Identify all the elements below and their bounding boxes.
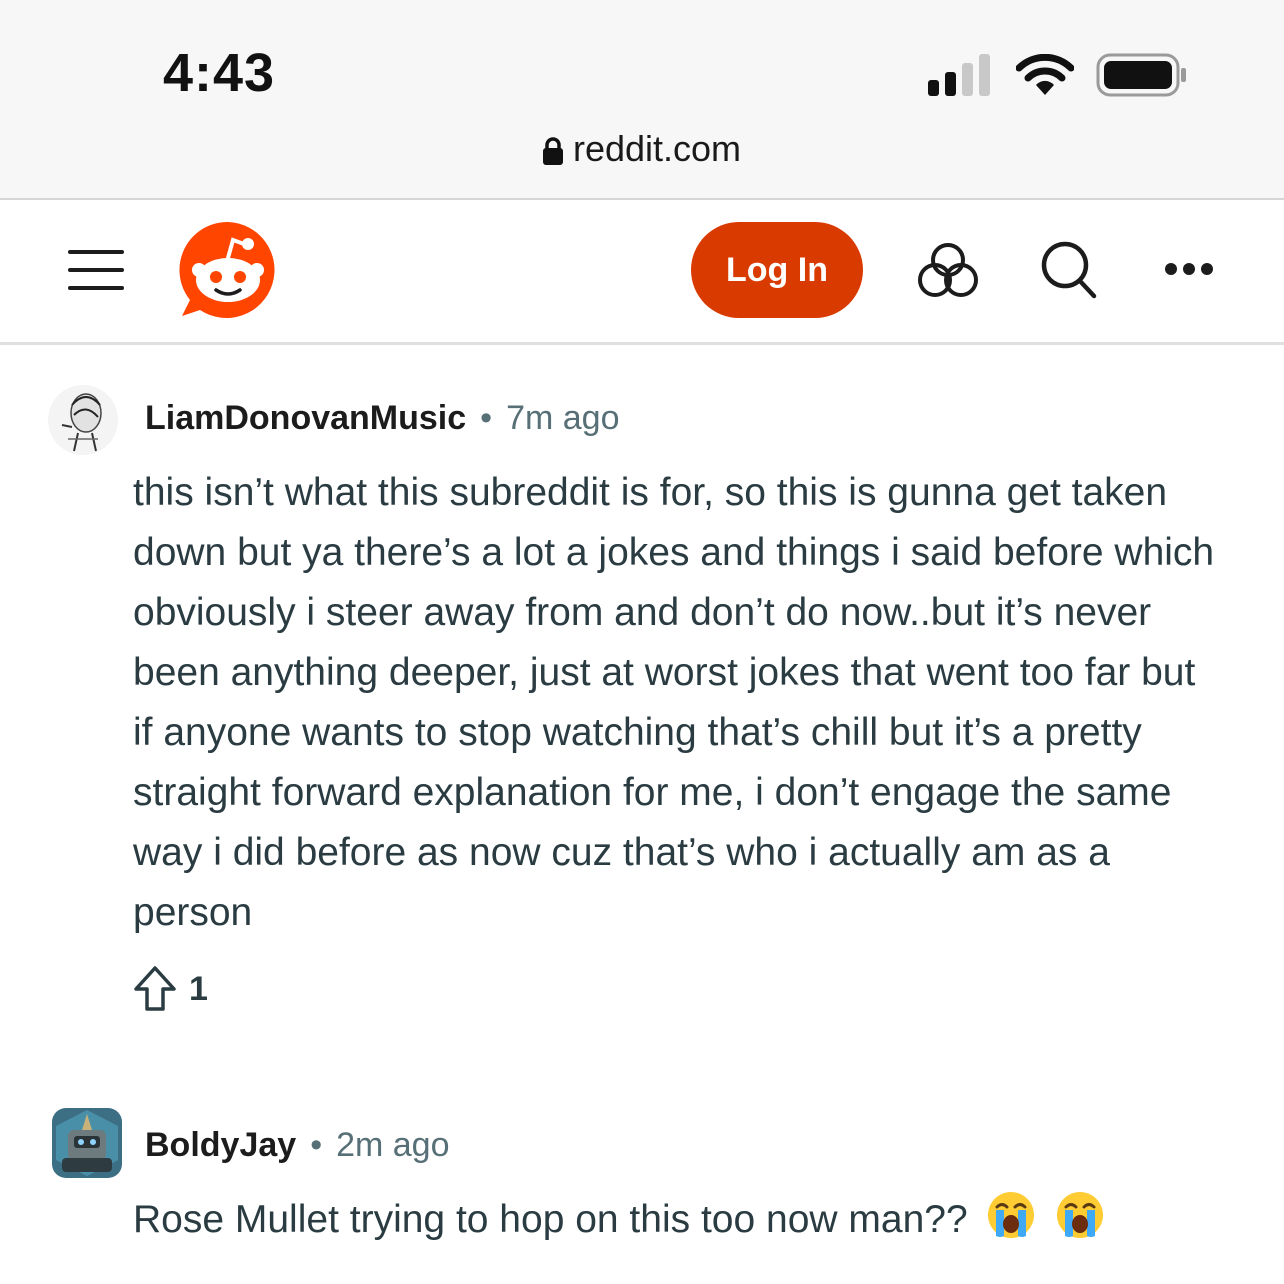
loudly-crying-face-icon — [988, 1192, 1035, 1238]
communities-icon[interactable] — [918, 240, 978, 300]
separator-dot: • — [480, 399, 493, 437]
search-icon[interactable] — [1040, 240, 1098, 300]
reddit-header: Log In — [0, 200, 1284, 342]
status-icons — [928, 52, 1188, 98]
comment-meta: BoldyJay • 2m ago — [145, 1126, 450, 1165]
menu-icon[interactable] — [68, 250, 124, 292]
comment-meta: LiamDonovanMusic • 7m ago — [145, 399, 619, 438]
login-button[interactable]: Log In — [691, 222, 863, 318]
loudly-crying-face-icon — [1057, 1192, 1104, 1238]
comment-body: Rose Mullet trying to hop on this too no… — [133, 1190, 1253, 1250]
comment-time: 7m ago — [506, 399, 620, 437]
reddit-logo-icon[interactable] — [178, 220, 278, 320]
username[interactable]: LiamDonovanMusic — [145, 399, 466, 437]
comment-text: Rose Mullet trying to hop on this too no… — [133, 1198, 968, 1241]
lock-icon — [542, 137, 563, 165]
url-text: reddit.com — [572, 128, 742, 169]
comment-time: 2m ago — [336, 1126, 450, 1164]
vote-row: 1 — [133, 965, 208, 1013]
more-options-icon[interactable] — [1164, 262, 1214, 276]
upvote-icon[interactable] — [133, 965, 177, 1013]
robot-avatar-icon — [56, 1110, 118, 1176]
cellular-signal-icon — [928, 54, 990, 96]
sketch-avatar-icon — [48, 385, 118, 455]
avatar[interactable] — [52, 1108, 122, 1178]
username[interactable]: BoldyJay — [145, 1126, 296, 1164]
vote-count: 1 — [189, 969, 208, 1008]
status-time: 4:43 — [163, 43, 276, 103]
avatar[interactable] — [48, 385, 118, 455]
battery-icon — [1096, 53, 1186, 97]
wifi-icon — [1016, 54, 1074, 95]
comment-body: this isn’t what this subreddit is for, s… — [133, 471, 1215, 934]
separator-dot: • — [310, 1126, 323, 1164]
header-divider — [0, 342, 1284, 345]
browser-top-bar: 4:43 reddit.com — [0, 0, 1284, 198]
address-bar[interactable]: reddit.com — [0, 128, 1284, 170]
